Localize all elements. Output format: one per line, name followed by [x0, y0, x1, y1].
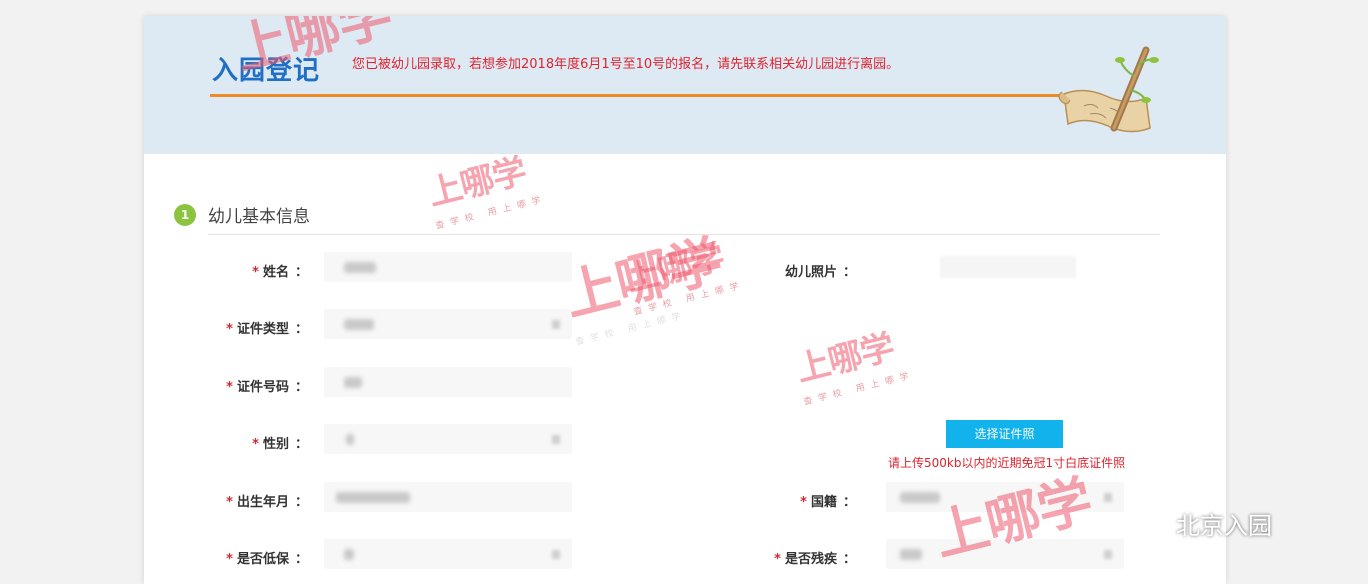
chevron-down-icon [1104, 493, 1112, 502]
birth-date-input[interactable] [324, 482, 572, 512]
header-divider [210, 94, 1070, 97]
scroll-pen-icon [1058, 46, 1159, 133]
low-income-select[interactable] [324, 539, 572, 569]
wechat-icon [1128, 512, 1170, 542]
upload-hint: 请上传500kb以内的近期免冠1寸白底证件照 [888, 456, 1126, 470]
id-number-input[interactable] [324, 367, 572, 397]
section-divider [208, 234, 1160, 235]
name-input[interactable] [324, 252, 572, 282]
label-id-number: * 证件号码： [226, 380, 308, 395]
chevron-down-icon [552, 550, 560, 559]
label-disability: * 是否残疾： [774, 552, 856, 567]
chevron-down-icon [552, 320, 560, 329]
label-gender: * 性别： [252, 437, 308, 452]
admission-notice: 您已被幼儿园录取，若想参加2018年度6月1号至10号的报名，请先联系相关幼儿园… [352, 57, 900, 72]
photo-preview [940, 256, 1076, 278]
watermark-ghost: 上哪学 查学校 用上哪学 [558, 228, 728, 348]
nationality-select[interactable] [886, 482, 1124, 512]
disability-select[interactable] [886, 539, 1124, 569]
wechat-account-tag: 北京入园 [1128, 506, 1272, 542]
section-title: 幼儿基本信息 [208, 207, 310, 227]
chevron-down-icon [552, 435, 560, 444]
select-photo-button[interactable]: 选择证件照 [946, 420, 1063, 448]
page-title: 入园登记 [212, 56, 321, 86]
watermark-brand: 上哪学 查学校 用上哪学 [792, 327, 916, 408]
label-nationality: * 国籍： [800, 495, 856, 510]
watermark-brand: 上哪学 查学校 用上哪学 [424, 151, 548, 232]
label-id-type: * 证件类型： [226, 322, 308, 337]
label-child-photo: 幼儿照片： [784, 265, 856, 280]
gender-select[interactable] [324, 424, 572, 454]
label-low-income: * 是否低保： [226, 552, 308, 567]
chevron-down-icon [1104, 550, 1112, 559]
id-type-select[interactable] [324, 309, 572, 339]
step-badge: 1 [174, 204, 196, 226]
label-name: * 姓名： [252, 265, 308, 280]
header-banner: 入园登记 您已被幼儿园录取，若想参加2018年度6月1号至10号的报名，请先联系… [144, 16, 1226, 154]
registration-card: 入园登记 您已被幼儿园录取，若想参加2018年度6月1号至10号的报名，请先联系… [144, 16, 1226, 584]
label-birth-date: * 出生年月： [226, 495, 308, 510]
